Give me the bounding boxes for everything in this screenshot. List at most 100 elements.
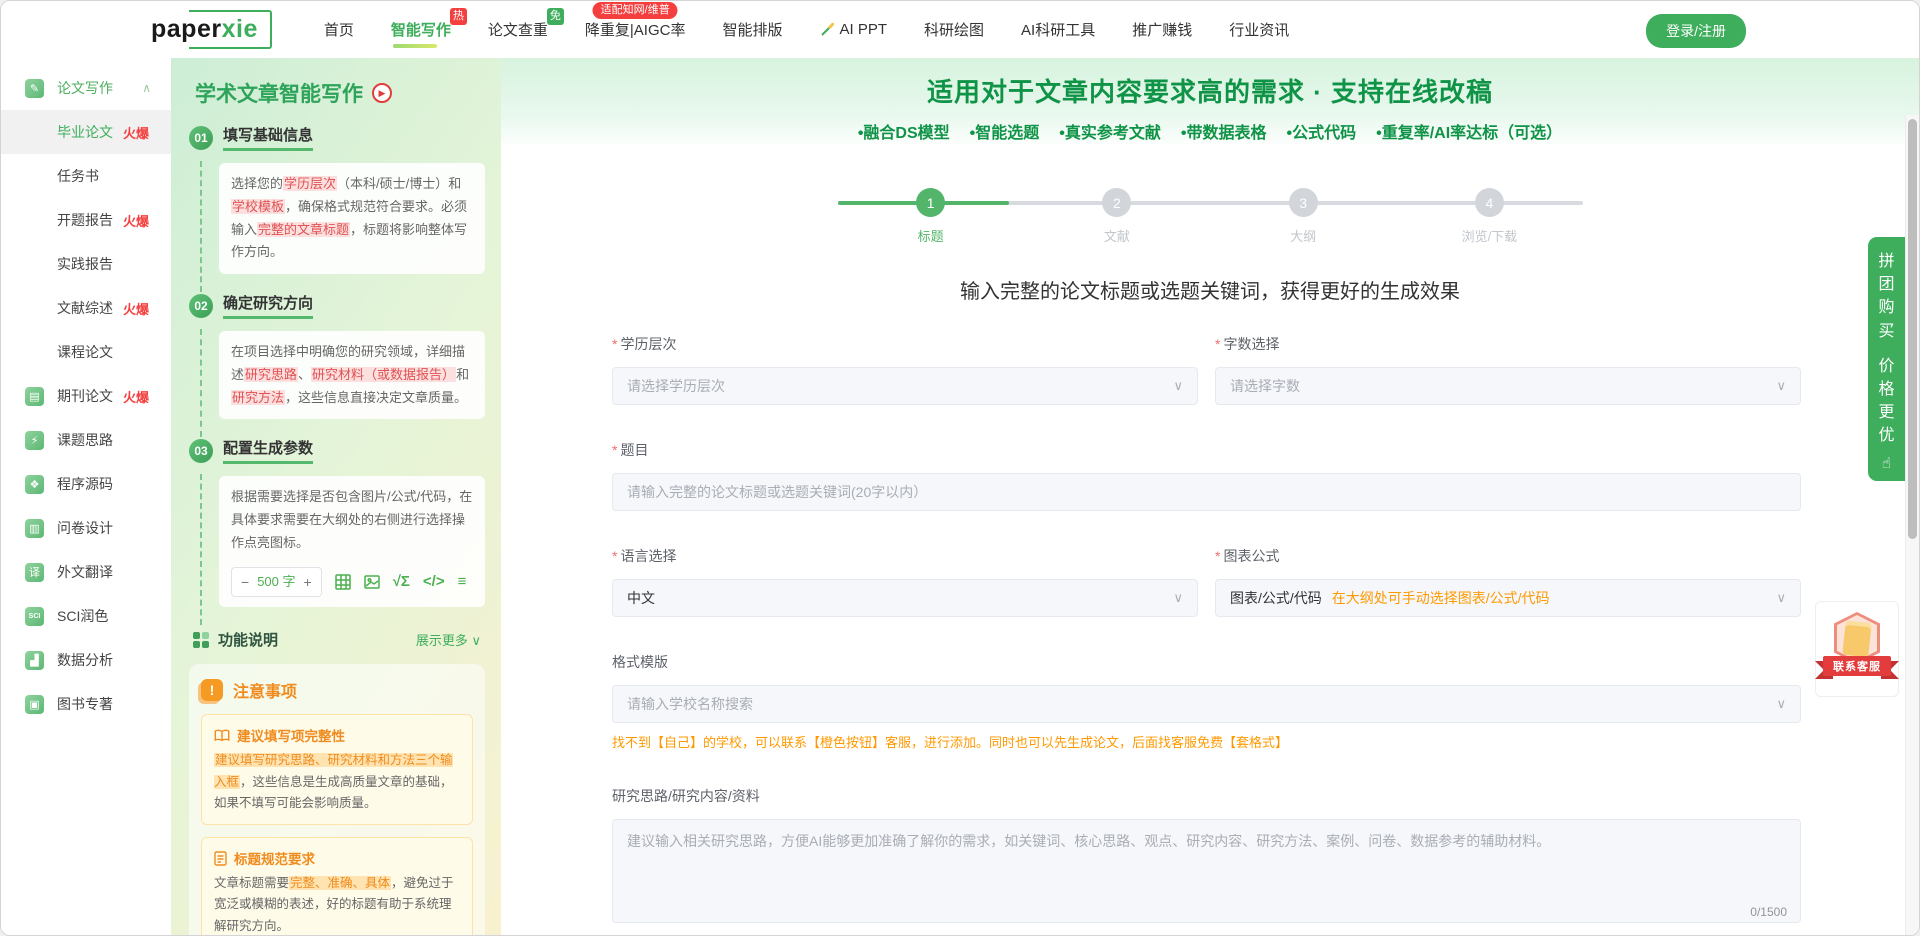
nav-item-badge: 免 [547, 8, 564, 25]
formula-icon[interactable]: √Σ [393, 569, 410, 595]
notice-box-title: 标题规范要求 [234, 848, 315, 868]
chevron-down-icon: ∨ [1776, 378, 1786, 394]
sidebar-item-label: 任务书 [57, 166, 99, 186]
field-label: 字数选择 [1223, 336, 1279, 352]
sidebar-item-icon: ▥ [25, 519, 44, 538]
sidebar-item[interactable]: ▥ 问卷设计 [1, 506, 171, 550]
sidebar-item-icon: ✎ [25, 79, 44, 98]
field-label: 研究思路/研究内容/资料 [612, 788, 760, 804]
research-textarea[interactable] [612, 819, 1801, 923]
nav-item-label: AI PPT [840, 21, 888, 38]
word-count-plus-button[interactable]: + [304, 574, 312, 590]
word-count-select[interactable]: 请选择字数 ∨ [1215, 367, 1801, 405]
sidebar-item[interactable]: SCI SCI润色 [1, 594, 171, 638]
sidebar-item[interactable]: 文献综述 火爆 [1, 286, 171, 330]
research-group: 研究思路/研究内容/资料 0/1500 [612, 786, 1801, 928]
field-label: 格式模版 [612, 654, 668, 670]
select-placeholder: 请选择字数 [1230, 376, 1300, 396]
sidebar-item[interactable]: 任务书 [1, 154, 171, 198]
school-search-select[interactable]: 请输入学校名称搜索 ∨ [612, 685, 1801, 723]
exclamation-icon: ! [201, 679, 223, 701]
nav-item-label: 推广赚钱 [1132, 19, 1192, 40]
nav-item[interactable]: 行业资讯 [1229, 19, 1289, 40]
step-label: 标题 [838, 226, 1024, 245]
table-icon[interactable] [335, 574, 351, 590]
nav-item[interactable]: 降重复|AIGC率 适配知网/维普 [585, 19, 686, 40]
word-count-stepper[interactable]: − 500 字 + [231, 567, 322, 598]
blocks-icon [193, 632, 209, 648]
chevron-up-icon: ∧ [142, 81, 151, 95]
sidebar-item[interactable]: 译 外文翻译 [1, 550, 171, 594]
open-book-icon [214, 729, 230, 742]
format-template-group: 格式模版 请输入学校名称搜索 ∨ 找不到【自己】的学校，可以联系【橙色按钮】客服… [612, 652, 1801, 751]
sidebar-item[interactable]: 实践报告 [1, 242, 171, 286]
step-title: 配置生成参数 [223, 437, 313, 464]
sidebar-item[interactable]: ▣ 图书专著 [1, 682, 171, 726]
education-level-select[interactable]: 请选择学历层次 ∨ [612, 367, 1198, 405]
sidebar-item-icon: ⚡ [25, 431, 44, 450]
progress-step[interactable]: 1 标题 [838, 188, 1024, 245]
sidebar-item-icon: ▟ [25, 651, 44, 670]
field-label: 题目 [620, 442, 648, 458]
sidebar-item[interactable]: 开题报告 火爆 [1, 198, 171, 242]
login-register-button[interactable]: 登录/注册 [1646, 14, 1746, 48]
progress-step[interactable]: 3 大纲 [1210, 188, 1396, 245]
step-description-text: 根据需要选择是否包含图片/公式/代码，在具体要求需要在大纲处的右侧进行选择操作点… [231, 489, 472, 550]
scrollbar-thumb[interactable] [1908, 119, 1917, 539]
sidebar-item[interactable]: 毕业论文 火爆 [1, 110, 171, 154]
feature-bullet: •带数据表格 [1181, 119, 1267, 143]
sidebar-item-label: 数据分析 [57, 650, 113, 670]
sidebar-item-label: 图书专著 [57, 694, 113, 714]
field-label: 语言选择 [620, 548, 676, 564]
language-select[interactable]: 中文 ∨ [612, 579, 1198, 617]
sidebar-item-icon: ▣ [25, 695, 44, 714]
show-more-link[interactable]: 展示更多 ∨ [416, 630, 481, 649]
nav-item[interactable]: 推广赚钱 [1132, 19, 1192, 40]
progress-step[interactable]: 4 浏览/下载 [1396, 188, 1582, 245]
code-icon[interactable]: </> [423, 569, 445, 595]
nav-item[interactable]: 论文查重 免 [488, 19, 548, 40]
required-asterisk: * [612, 548, 617, 564]
sidebar-item[interactable]: ⚡ 课题思路 [1, 418, 171, 462]
nav-item[interactable]: AI PPT [820, 21, 888, 38]
nav-item-label: 智能写作 [391, 19, 451, 40]
play-video-icon[interactable]: ▶ [372, 83, 392, 103]
step-circle: 1 [916, 188, 945, 217]
headline: 适用对于文章内容要求高的需求 · 支持在线改稿 [501, 72, 1919, 109]
nav-item[interactable]: AI科研工具 [1021, 19, 1095, 40]
nav-item[interactable]: 首页 [324, 19, 354, 40]
progress-step[interactable]: 2 文献 [1024, 188, 1210, 245]
sidebar-item[interactable]: ▟ 数据分析 [1, 638, 171, 682]
list-icon[interactable]: ≡ [458, 569, 467, 595]
nav-item-label: 论文查重 [488, 19, 548, 40]
sidebar-item[interactable]: ✎ 论文写作 ∧ [1, 66, 171, 110]
step-circle: 2 [1102, 188, 1131, 217]
notice-box-body: 文章标题需要完整、准确、具体，避免过于宽泛或模糊的表述，好的标题有助于系统理解研… [214, 873, 460, 936]
sidebar-item[interactable]: 课程论文 [1, 330, 171, 374]
sidebar-item-label: 毕业论文 [57, 122, 113, 142]
nav-item[interactable]: 科研绘图 [924, 19, 984, 40]
sidebar-item[interactable]: ▤ 期刊论文 火爆 [1, 374, 171, 418]
chart-formula-select[interactable]: 图表/公式/代码 在大纲处可手动选择图表/公式/代码 ∨ [1215, 579, 1801, 617]
contact-support-button[interactable]: 联系客服 [1815, 601, 1899, 697]
nav-item-label: 科研绘图 [924, 19, 984, 40]
feature-bullet: •融合DS模型 [858, 119, 950, 143]
group-buy-banner[interactable]: 拼团购买 价格更优 ☝ [1868, 237, 1905, 481]
sidebar-item-label: 程序源码 [57, 474, 113, 494]
chart-formula-group: *图表公式 图表/公式/代码 在大纲处可手动选择图表/公式/代码 ∨ [1215, 546, 1801, 617]
paper-title-input[interactable] [612, 473, 1801, 511]
page-scrollbar[interactable] [1905, 115, 1919, 936]
chevron-down-icon: ∨ [1173, 590, 1183, 606]
nav-item[interactable]: 智能排版 [722, 19, 782, 40]
hot-badge: 火爆 [123, 123, 149, 142]
show-more-label: 展示更多 [416, 633, 468, 648]
step-title: 确定研究方向 [223, 292, 313, 319]
sidebar-item[interactable]: ❖ 程序源码 [1, 462, 171, 506]
brand-logo[interactable]: paperxie [151, 12, 266, 47]
word-count-minus-button[interactable]: − [241, 574, 249, 590]
image-icon[interactable] [364, 574, 380, 590]
feature-bullet: •智能选题 [970, 119, 1040, 143]
notice-box-body: 建议填写研究思路、研究材料和方法三个输入框，这些信息是生成高质量文章的基础，如果… [214, 750, 460, 814]
chevron-down-icon: ∨ [1776, 696, 1786, 712]
nav-item[interactable]: 智能写作 热 [391, 19, 451, 40]
